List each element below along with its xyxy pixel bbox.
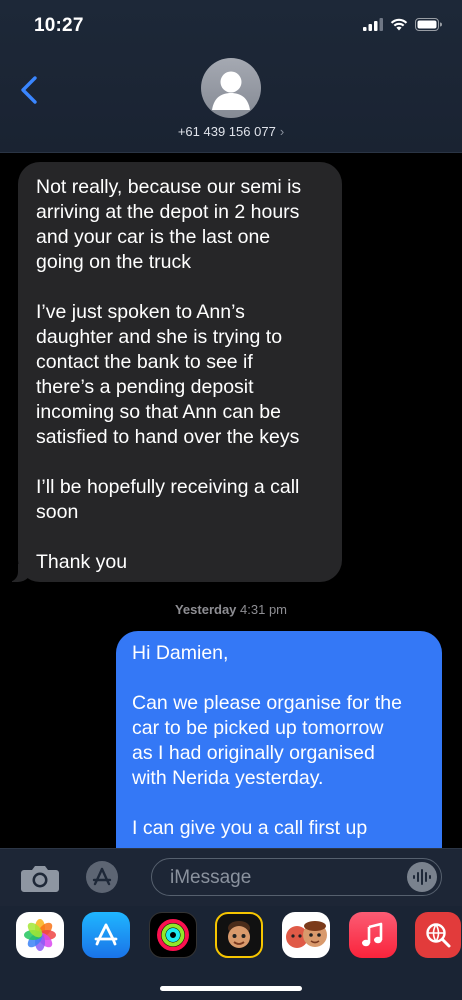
memoji-app-button[interactable] [215, 912, 263, 958]
camera-button[interactable] [20, 863, 60, 893]
wifi-icon [390, 18, 408, 31]
signal-icon [363, 18, 383, 31]
audio-message-button[interactable] [407, 862, 437, 892]
activity-rings-icon [157, 919, 189, 951]
home-indicator[interactable] [160, 986, 302, 991]
person-icon [212, 71, 250, 110]
app-drawer [0, 906, 462, 1000]
memoji-stickers-app-button[interactable] [282, 912, 330, 958]
message-input-bar: iMessage [0, 848, 462, 907]
timestamp-time: 4:31 pm [240, 602, 288, 617]
status-time: 10:27 [34, 15, 84, 36]
message-timestamp: Yesterday 4:31 pm [0, 602, 462, 617]
incoming-message-bubble[interactable]: Not really, because our semi is arriving… [4, 162, 342, 582]
message-paragraph: Hi Damien, [132, 642, 229, 664]
contact-number: +61 439 156 077 [177, 124, 276, 139]
imessage-input[interactable]: iMessage [151, 858, 442, 896]
camera-icon [21, 866, 59, 892]
message-thread[interactable]: Not really, because our semi is arriving… [0, 152, 462, 848]
photos-app-button[interactable] [16, 912, 64, 958]
message-paragraph: I’ll be hopefully receiving a call soon [36, 476, 300, 523]
battery-icon [415, 18, 442, 31]
web-search-app-button[interactable] [415, 912, 461, 958]
timestamp-day: Yesterday [174, 602, 237, 617]
waveform-icon [413, 869, 431, 885]
status-icons [363, 18, 442, 31]
apps-button[interactable] [86, 861, 118, 893]
globe-search-icon [426, 923, 451, 948]
input-placeholder: iMessage [170, 867, 252, 888]
music-app-button[interactable] [349, 912, 397, 958]
memoji-stickers-icon [286, 921, 327, 948]
conversation-header: 10:27 +61 439 156 077 › [0, 0, 462, 153]
chevron-left-icon [21, 76, 37, 104]
back-button[interactable] [14, 70, 48, 110]
message-paragraph: Can we please organise for the car to be… [132, 692, 402, 789]
chevron-right-icon: › [279, 124, 285, 139]
contact-name-button[interactable]: +61 439 156 077 › [0, 124, 462, 139]
app-store-icon [94, 923, 118, 946]
app-store-icon [92, 867, 112, 886]
memoji-icon [228, 921, 250, 948]
music-note-icon [362, 922, 383, 947]
message-paragraph: I can give you a call first up [132, 817, 368, 839]
activity-app-button[interactable] [149, 912, 197, 958]
outgoing-message-bubble[interactable]: Hi Damien, Can we please organise for th… [116, 631, 442, 848]
contact-avatar[interactable] [201, 58, 261, 118]
message-paragraph: Not really, because our semi is arriving… [36, 176, 302, 273]
message-paragraph: Thank you [36, 551, 128, 573]
app-store-app-button[interactable] [82, 912, 130, 958]
message-paragraph: I’ve just spoken to Ann’s daughter and s… [36, 301, 300, 448]
photos-icon [24, 919, 56, 951]
